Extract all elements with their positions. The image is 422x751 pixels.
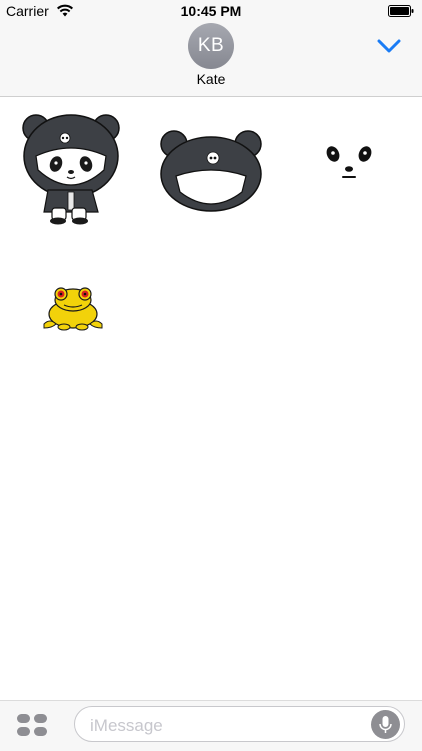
- sticker-panda-hood[interactable]: [158, 128, 264, 212]
- sticker-yellow-frog[interactable]: [42, 284, 104, 332]
- apps-grid-icon[interactable]: [16, 713, 48, 737]
- chevron-down-icon[interactable]: [376, 38, 402, 54]
- status-bar: Carrier 10:45 PM: [0, 0, 422, 22]
- microphone-button[interactable]: [371, 710, 400, 739]
- message-input-placeholder: iMessage: [90, 716, 163, 735]
- battery-icon: [388, 5, 414, 17]
- sticker-panda-face[interactable]: [324, 144, 374, 184]
- status-time: 10:45 PM: [180, 3, 242, 19]
- conversation-header: Carrier 10:45 PM KB Kate: [0, 0, 422, 97]
- sticker-panda-hoodie-sitting[interactable]: [18, 112, 124, 226]
- contact-avatar[interactable]: KB: [188, 23, 234, 69]
- microphone-icon: [379, 716, 392, 733]
- contact-name[interactable]: Kate: [0, 71, 422, 87]
